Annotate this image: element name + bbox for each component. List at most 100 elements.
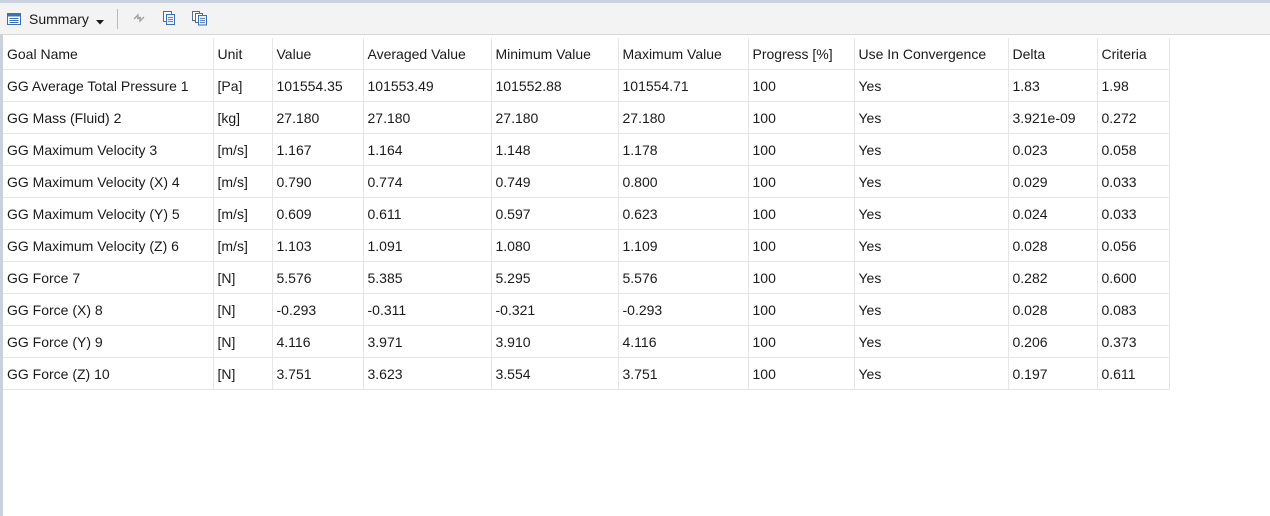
criteria-cell: 0.056 xyxy=(1097,229,1170,262)
table-row[interactable]: GG Average Total Pressure 1 [Pa] 101554.35… xyxy=(3,69,1170,102)
averaged-value-cell: 3.623 xyxy=(363,357,492,390)
column-header[interactable]: Minimum Value xyxy=(491,38,619,70)
use-in-convergence-cell: Yes xyxy=(854,261,1009,294)
copy-all-icon xyxy=(191,10,208,29)
use-in-convergence-cell: Yes xyxy=(854,133,1009,166)
use-in-convergence-cell: Yes xyxy=(854,165,1009,198)
minimum-value-cell: -0.321 xyxy=(491,293,619,326)
goal-name-cell: GG Force (Z) 10 xyxy=(3,357,214,390)
column-header[interactable]: Progress [%] xyxy=(748,38,855,70)
averaged-value-cell: 5.385 xyxy=(363,261,492,294)
value-cell: 3.751 xyxy=(272,357,364,390)
unit-cell: [N] xyxy=(213,261,273,294)
delta-cell: 0.024 xyxy=(1008,197,1098,230)
delta-cell: 1.83 xyxy=(1008,69,1098,102)
goal-name-cell: GG Mass (Fluid) 2 xyxy=(3,101,214,134)
table-row[interactable]: GG Maximum Velocity (Z) 6 [m/s] 1.103 1.091… xyxy=(3,229,1170,262)
summary-list-icon xyxy=(6,11,22,27)
dropdown-caret-icon xyxy=(95,14,105,25)
refresh-icon xyxy=(131,10,147,29)
criteria-cell: 0.058 xyxy=(1097,133,1170,166)
minimum-value-cell: 1.080 xyxy=(491,229,619,262)
use-in-convergence-cell: Yes xyxy=(854,293,1009,326)
delta-cell: 0.028 xyxy=(1008,229,1098,262)
value-cell: 101554.35 xyxy=(272,69,364,102)
table-row[interactable]: GG Maximum Velocity (X) 4 [m/s] 0.790 0.774… xyxy=(3,165,1170,198)
unit-cell: [N] xyxy=(213,357,273,390)
unit-cell: [m/s] xyxy=(213,229,273,262)
value-cell: 1.167 xyxy=(272,133,364,166)
table-row[interactable]: GG Maximum Velocity 3 [m/s] 1.167 1.164 1.14… xyxy=(3,133,1170,166)
table-row[interactable]: GG Force 7 [N] 5.576 5.385 5.295 5.576 100 Yes 0… xyxy=(3,261,1170,294)
table-row[interactable]: GG Force (Y) 9 [N] 4.116 3.971 3.910 4.116 100… xyxy=(3,325,1170,358)
unit-cell: [Pa] xyxy=(213,69,273,102)
table-row[interactable]: GG Mass (Fluid) 2 [kg] 27.180 27.180 27.180 2… xyxy=(3,101,1170,134)
minimum-value-cell: 0.749 xyxy=(491,165,619,198)
toolbar-separator xyxy=(117,9,118,29)
maximum-value-cell: 3.751 xyxy=(618,357,749,390)
copy-all-button[interactable] xyxy=(190,10,208,28)
table-row[interactable]: GG Maximum Velocity (Y) 5 [m/s] 0.609 0.611… xyxy=(3,197,1170,230)
minimum-value-cell: 0.597 xyxy=(491,197,619,230)
refresh-button[interactable] xyxy=(130,10,148,28)
maximum-value-cell: 1.178 xyxy=(618,133,749,166)
table-row[interactable]: GG Force (X) 8 [N] -0.293 -0.311 -0.321 -0.29… xyxy=(3,293,1170,326)
goal-name-cell: GG Maximum Velocity 3 xyxy=(3,133,214,166)
maximum-value-cell: 1.109 xyxy=(618,229,749,262)
minimum-value-cell: 1.148 xyxy=(491,133,619,166)
toolbar: Summary xyxy=(0,3,1270,35)
delta-cell: 0.029 xyxy=(1008,165,1098,198)
column-header[interactable]: Maximum Value xyxy=(618,38,749,70)
value-cell: 1.103 xyxy=(272,229,364,262)
averaged-value-cell: 0.611 xyxy=(363,197,492,230)
maximum-value-cell: 27.180 xyxy=(618,101,749,134)
use-in-convergence-cell: Yes xyxy=(854,69,1009,102)
goal-name-cell: GG Force (X) 8 xyxy=(3,293,214,326)
unit-cell: [N] xyxy=(213,325,273,358)
goal-name-cell: GG Maximum Velocity (Z) 6 xyxy=(3,229,214,262)
value-cell: 0.790 xyxy=(272,165,364,198)
column-header[interactable]: Goal Name xyxy=(3,38,214,70)
unit-cell: [m/s] xyxy=(213,165,273,198)
averaged-value-cell: 0.774 xyxy=(363,165,492,198)
progress-cell: 100 xyxy=(748,101,855,134)
column-header[interactable]: Delta xyxy=(1008,38,1098,70)
maximum-value-cell: 101554.71 xyxy=(618,69,749,102)
minimum-value-cell: 27.180 xyxy=(491,101,619,134)
summary-label: Summary xyxy=(29,11,89,27)
progress-cell: 100 xyxy=(748,293,855,326)
value-cell: 27.180 xyxy=(272,101,364,134)
progress-cell: 100 xyxy=(748,325,855,358)
criteria-cell: 0.033 xyxy=(1097,197,1170,230)
progress-cell: 100 xyxy=(748,357,855,390)
use-in-convergence-cell: Yes xyxy=(854,101,1009,134)
value-cell: 4.116 xyxy=(272,325,364,358)
delta-cell: 0.282 xyxy=(1008,261,1098,294)
delta-cell: 0.023 xyxy=(1008,133,1098,166)
progress-cell: 100 xyxy=(748,69,855,102)
maximum-value-cell: 5.576 xyxy=(618,261,749,294)
column-header[interactable]: Use In Convergence xyxy=(854,38,1009,70)
table-row[interactable]: GG Force (Z) 10 [N] 3.751 3.623 3.554 3.751 10… xyxy=(3,357,1170,390)
averaged-value-cell: -0.311 xyxy=(363,293,492,326)
column-header[interactable]: Averaged Value xyxy=(363,38,492,70)
column-header[interactable]: Criteria xyxy=(1097,38,1170,70)
value-cell: 0.609 xyxy=(272,197,364,230)
criteria-cell: 0.373 xyxy=(1097,325,1170,358)
unit-cell: [N] xyxy=(213,293,273,326)
goal-name-cell: GG Maximum Velocity (X) 4 xyxy=(3,165,214,198)
progress-cell: 100 xyxy=(748,261,855,294)
copy-icon xyxy=(161,10,177,29)
averaged-value-cell: 3.971 xyxy=(363,325,492,358)
use-in-convergence-cell: Yes xyxy=(854,357,1009,390)
copy-button[interactable] xyxy=(160,10,178,28)
averaged-value-cell: 1.091 xyxy=(363,229,492,262)
column-header[interactable]: Unit xyxy=(213,38,273,70)
criteria-cell: 0.033 xyxy=(1097,165,1170,198)
summary-dropdown[interactable]: Summary xyxy=(6,8,105,30)
delta-cell: 0.028 xyxy=(1008,293,1098,326)
goal-name-cell: GG Force (Y) 9 xyxy=(3,325,214,358)
column-header[interactable]: Value xyxy=(272,38,364,70)
progress-cell: 100 xyxy=(748,229,855,262)
progress-cell: 100 xyxy=(748,165,855,198)
